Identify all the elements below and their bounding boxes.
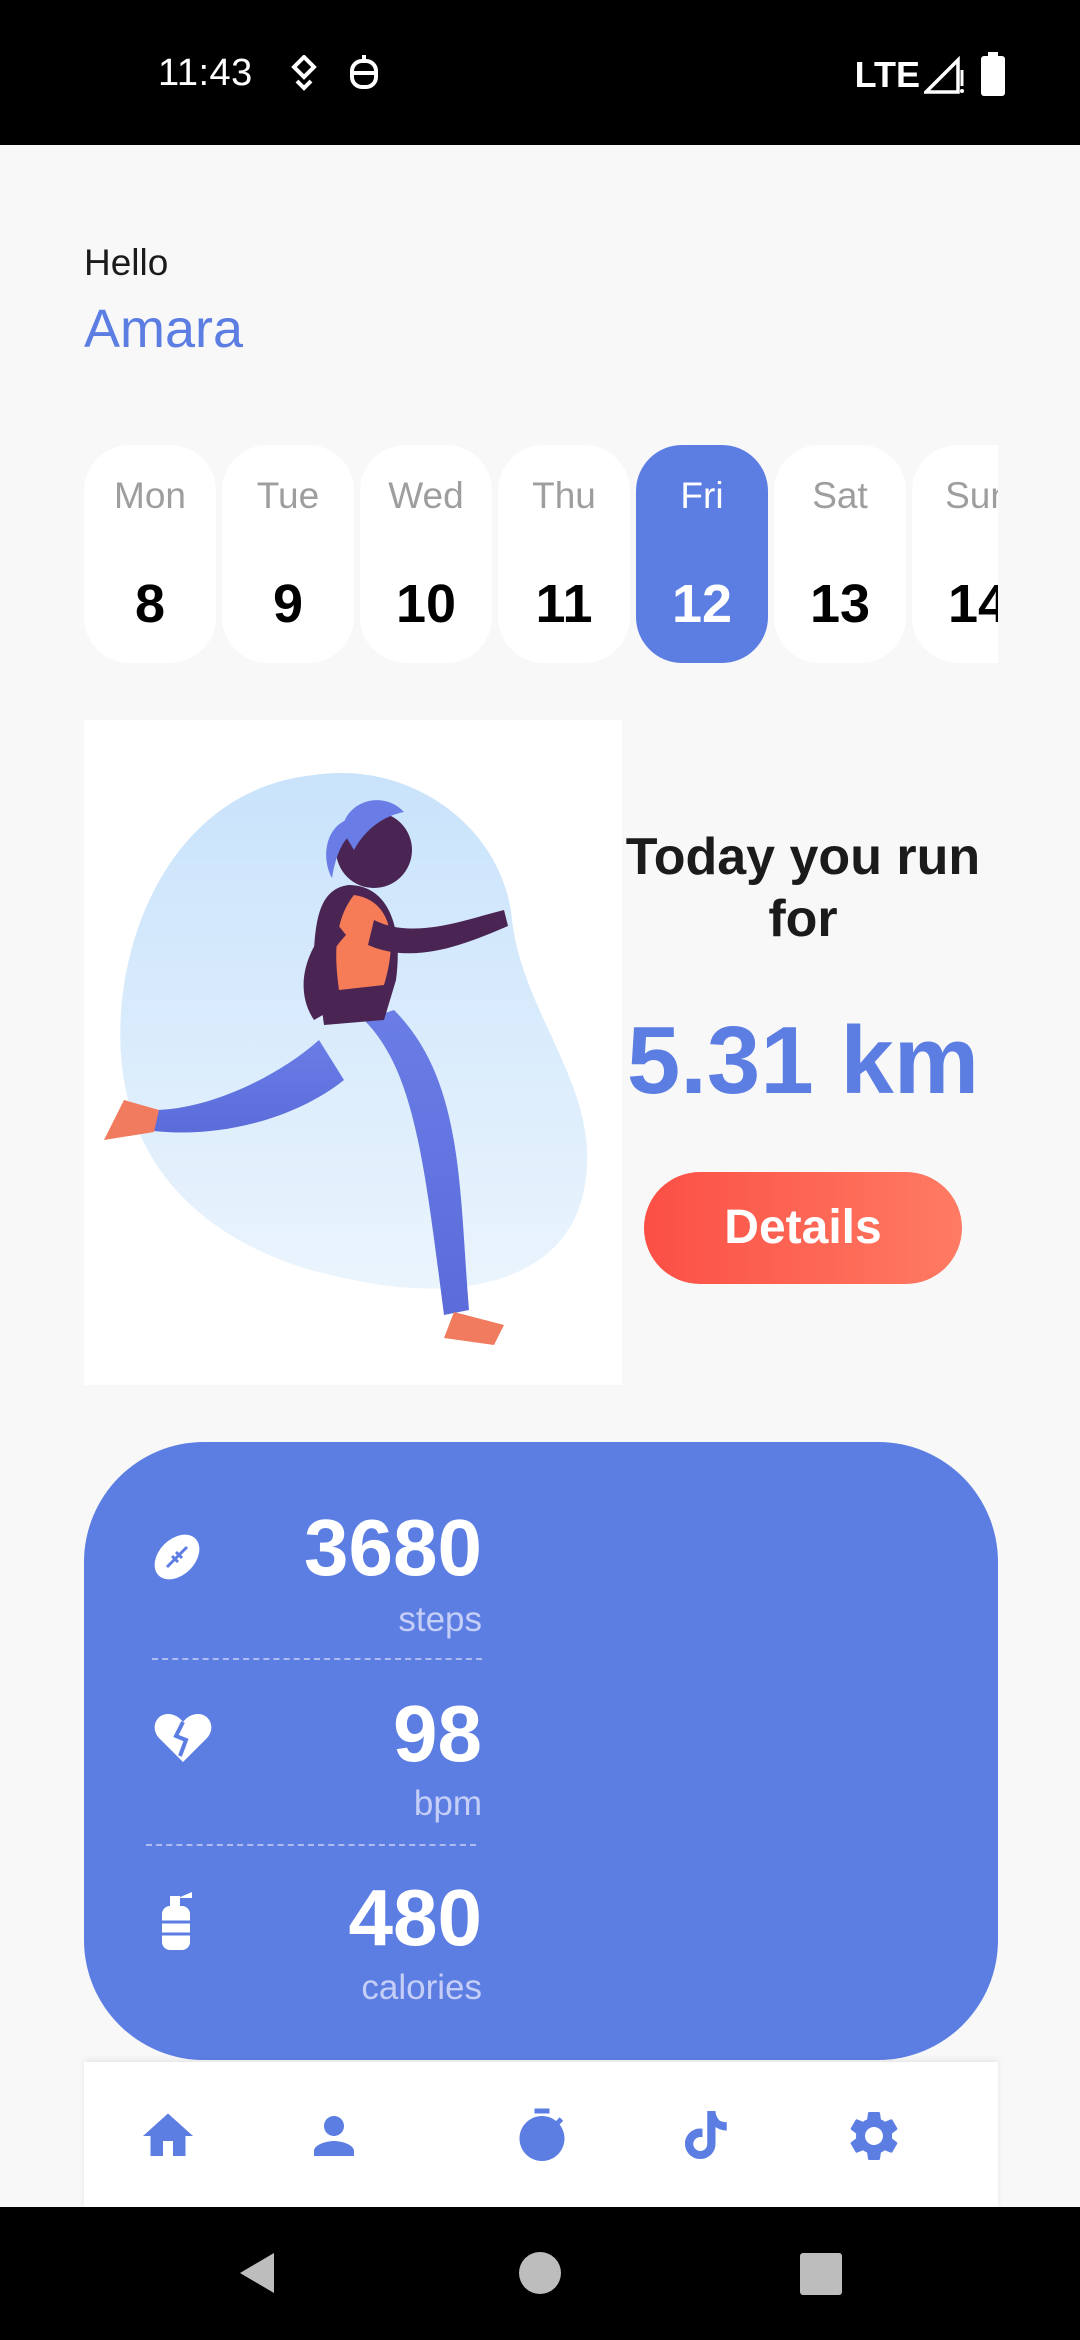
location-icon (291, 55, 317, 91)
football-icon (154, 1534, 200, 1580)
day-card-fri-selected[interactable]: Fri 12 (636, 445, 768, 663)
day-card-tue[interactable]: Tue 9 (222, 445, 354, 663)
day-number: 8 (134, 574, 166, 634)
details-button[interactable]: Details (644, 1172, 962, 1284)
day-number: 13 (809, 574, 871, 634)
day-number: 12 (671, 574, 733, 634)
day-name: Sun (945, 475, 998, 516)
day-name: Tue (256, 475, 320, 516)
run-distance: 5.31 km (626, 1007, 980, 1114)
steps-value: 3680 (304, 1503, 482, 1592)
bottom-nav (84, 2062, 998, 2207)
home-icon[interactable] (138, 2106, 198, 2166)
profile-icon[interactable] (304, 2106, 364, 2166)
day-name: Sat (812, 475, 868, 516)
battery-icon (981, 52, 1005, 96)
day-number: 14 (947, 574, 998, 634)
day-number: 11 (535, 574, 593, 634)
divider (146, 1844, 476, 1846)
extinguisher-icon (162, 1892, 192, 1950)
day-card-sun[interactable]: Sun 14 (912, 445, 998, 663)
status-bar: 11:43 LTE (0, 0, 1080, 145)
runner-figure (104, 772, 588, 1345)
user-name: Amara (84, 299, 244, 359)
settings-icon[interactable] (844, 2106, 904, 2166)
runner-illustration (84, 720, 622, 1385)
day-card-sat[interactable]: Sat 13 (774, 445, 906, 663)
day-card-wed[interactable]: Wed 10 (360, 445, 492, 663)
day-name: Mon (114, 475, 186, 516)
greeting-label: Hello (84, 242, 169, 283)
music-icon[interactable] (678, 2106, 738, 2166)
heart-rate-value: 98 (393, 1689, 482, 1778)
broken-heart-icon (154, 1714, 212, 1762)
system-nav-bar (0, 2207, 1080, 2340)
today-run-label: Today you run for (625, 828, 981, 948)
status-time: 11:43 (158, 52, 253, 94)
day-name: Fri (680, 475, 724, 516)
calories-value: 480 (348, 1873, 482, 1962)
day-number: 10 (395, 574, 457, 634)
day-name: Thu (532, 475, 596, 516)
day-card-thu[interactable]: Thu 11 (498, 445, 630, 663)
recents-icon[interactable] (800, 2253, 842, 2295)
day-card-mon[interactable]: Mon 8 (84, 445, 216, 663)
home-button-icon[interactable] (518, 2251, 562, 2295)
calories-unit: calories (361, 1968, 482, 2007)
steps-unit: steps (398, 1600, 482, 1639)
divider (152, 1658, 482, 1660)
network-type: LTE (854, 54, 920, 95)
notification-icon (350, 55, 378, 89)
day-name: Wed (388, 475, 464, 516)
timer-icon[interactable] (512, 2106, 572, 2166)
day-selector[interactable]: Mon 8 Tue 9 Wed 10 Thu 11 Fri 12 Sat 13 … (84, 445, 998, 667)
signal-icon (924, 56, 964, 94)
back-icon[interactable] (236, 2251, 276, 2295)
heart-rate-unit: bpm (413, 1784, 482, 1823)
day-number: 9 (272, 574, 304, 634)
stats-card: 3680 steps 98 bpm 480 calories (84, 1442, 998, 2060)
